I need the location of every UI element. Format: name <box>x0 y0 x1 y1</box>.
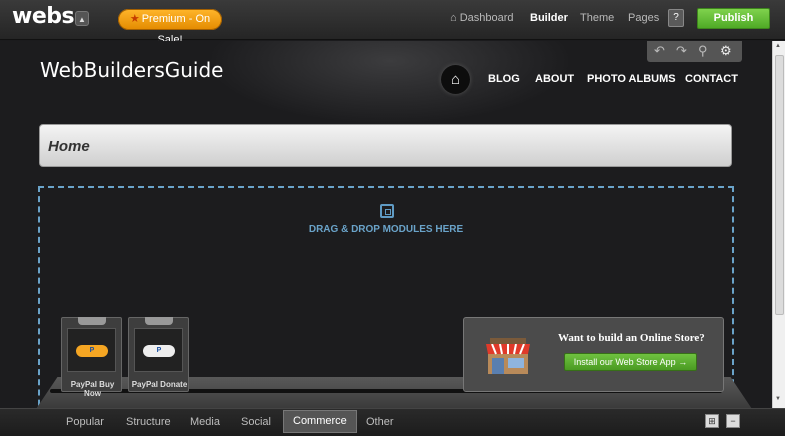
install-store-app-button[interactable]: Install our Web Store App → <box>564 353 697 371</box>
dropzone-text: DRAG & DROP MODULES HERE <box>308 224 464 235</box>
paypal-icon: P <box>143 345 175 357</box>
scroll-thumb[interactable] <box>775 55 784 315</box>
site-nav-photo-albums[interactable]: PHOTO ALBUMS <box>587 73 676 85</box>
storefront-icon <box>486 338 530 374</box>
tab-structure[interactable]: Structure <box>126 409 171 432</box>
tab-media[interactable]: Media <box>190 409 220 432</box>
star-icon: ★ <box>129 13 140 25</box>
builder-canvas: ↶ ↷ ⚲ ⚙ WebBuildersGuide ⌂ BLOG ABOUT PH… <box>0 41 772 408</box>
nav-dashboard[interactable]: ⌂ Dashboard <box>450 12 514 24</box>
home-icon[interactable]: ⌂ <box>441 65 470 94</box>
tab-commerce[interactable]: Commerce <box>283 410 357 433</box>
publish-button[interactable]: Publish <box>697 8 770 29</box>
premium-button[interactable]: ★ Premium - On Sale! <box>118 9 222 46</box>
scroll-up-icon[interactable]: ▲ <box>775 43 781 49</box>
nav-pages[interactable]: Pages <box>628 12 659 24</box>
page-title-bar[interactable]: Home <box>39 124 732 167</box>
edit-toolbox: ↶ ↷ ⚲ ⚙ <box>647 41 742 62</box>
nav-dashboard-label: Dashboard <box>459 12 514 24</box>
module-paypal-donate[interactable]: P PayPal Donate <box>128 317 189 392</box>
site-nav-contact[interactable]: CONTACT <box>685 73 738 85</box>
module-preview: P <box>134 328 183 372</box>
module-label: PayPal Donate <box>131 380 188 389</box>
drag-handle[interactable] <box>78 317 106 325</box>
module-paypal-buy-now[interactable]: P PayPal Buy Now <box>61 317 122 398</box>
webs-logo[interactable]: webs <box>12 4 75 29</box>
site-title[interactable]: WebBuildersGuide <box>40 58 224 82</box>
tab-social[interactable]: Social <box>241 409 271 432</box>
module-label: PayPal Buy Now <box>70 380 115 398</box>
gear-icon[interactable]: ⚙ <box>720 43 732 59</box>
page-title: Home <box>48 138 90 155</box>
drag-handle[interactable] <box>145 317 173 325</box>
vertical-scrollbar[interactable]: ▲ ▼ <box>772 41 785 408</box>
store-promo: Want to build an Online Store? Install o… <box>463 317 724 392</box>
nav-theme[interactable]: Theme <box>580 12 614 24</box>
logo-menu-toggle[interactable]: ▲ <box>75 11 89 26</box>
nav-builder[interactable]: Builder <box>530 12 568 24</box>
tab-popular[interactable]: Popular <box>66 409 104 432</box>
home-small-icon: ⌂ <box>450 12 460 24</box>
tab-other[interactable]: Other <box>366 409 394 432</box>
site-nav-blog[interactable]: BLOG <box>488 73 520 85</box>
paypal-icon: P <box>76 345 108 357</box>
scroll-down-icon[interactable]: ▼ <box>775 396 781 402</box>
redo-icon[interactable]: ↷ <box>676 43 687 59</box>
site-nav-about[interactable]: ABOUT <box>535 73 574 85</box>
top-bar: webs ▲ ★ Premium - On Sale! ⌂ Dashboard B… <box>0 0 785 46</box>
grid-view-icon[interactable]: ⊞ <box>705 414 719 428</box>
drop-target-icon <box>380 204 394 218</box>
module-category-bar: Popular Structure Media Social Commerce … <box>0 408 785 436</box>
collapse-icon[interactable]: − <box>726 414 740 428</box>
undo-icon[interactable]: ↶ <box>654 43 665 59</box>
search-icon[interactable]: ⚲ <box>698 43 708 59</box>
store-promo-title: Want to build an Online Store? <box>558 332 705 344</box>
module-preview: P <box>67 328 116 372</box>
help-button[interactable]: ? <box>668 9 684 27</box>
